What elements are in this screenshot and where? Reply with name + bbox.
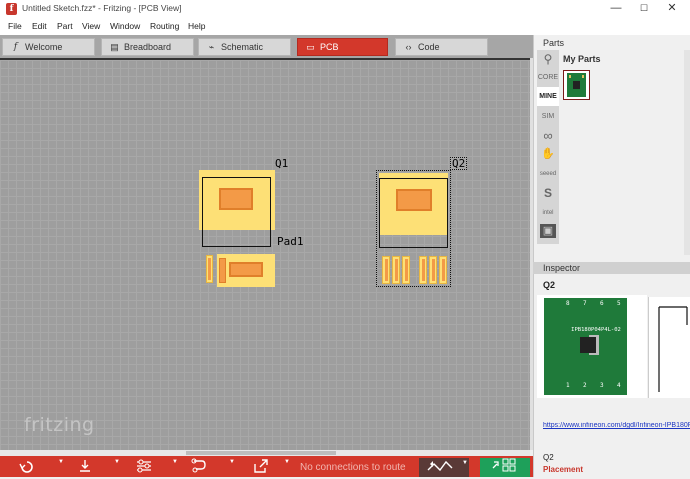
q1-label[interactable]: Q1 bbox=[275, 157, 288, 170]
q2-pin-1 bbox=[382, 256, 390, 284]
close-button[interactable]: ✕ bbox=[658, 0, 686, 18]
menu-file[interactable]: File bbox=[8, 21, 22, 31]
menu-view[interactable]: View bbox=[82, 21, 100, 31]
pin-top-5: 5 bbox=[617, 300, 621, 307]
bin-seeed[interactable]: seeed bbox=[537, 165, 559, 184]
pin-top-6: 6 bbox=[600, 300, 604, 307]
tab-code-label: Code bbox=[418, 42, 440, 52]
minimize-button[interactable]: — bbox=[602, 0, 630, 18]
inspector-title: Inspector bbox=[543, 263, 581, 273]
pin-bottom-2: 2 bbox=[583, 382, 587, 389]
q2-pin-5 bbox=[429, 256, 437, 284]
pad1-label[interactable]: Pad1 bbox=[277, 235, 304, 248]
fritzing-watermark: fritzing bbox=[24, 414, 95, 436]
tab-pcb-label: PCB bbox=[320, 42, 339, 52]
parts-scrollbar[interactable] bbox=[684, 50, 690, 255]
pin-top-7: 7 bbox=[583, 300, 587, 307]
grid-icon[interactable] bbox=[480, 458, 530, 477]
menu-routing[interactable]: Routing bbox=[150, 21, 179, 31]
tab-pcb[interactable]: ▭ PCB bbox=[297, 38, 388, 56]
bin-intel[interactable]: intel bbox=[537, 204, 559, 223]
share-icon[interactable] bbox=[249, 458, 273, 476]
route-icon[interactable] bbox=[189, 458, 211, 476]
autoroute-caret-icon[interactable]: ▼ bbox=[172, 459, 178, 465]
window-title: Untitled Sketch.fzz* - Fritzing - [PCB V… bbox=[22, 3, 182, 13]
q2-inner-pad bbox=[396, 189, 432, 211]
pin-bottom-4: 4 bbox=[617, 382, 621, 389]
code-icon: ‹› bbox=[405, 42, 412, 52]
bin-sim[interactable]: SIM bbox=[537, 107, 559, 126]
bin-more-icon[interactable]: ▣ bbox=[540, 224, 556, 238]
q2-pin-3 bbox=[402, 256, 410, 284]
bin-core[interactable]: CORE bbox=[537, 68, 559, 87]
rotate-icon[interactable] bbox=[14, 458, 40, 476]
inspector-name-field[interactable]: Q2 bbox=[543, 453, 554, 462]
q1-part[interactable] bbox=[199, 170, 275, 248]
autoroute-icon[interactable] bbox=[133, 458, 155, 476]
route-caret-icon[interactable]: ▼ bbox=[229, 459, 235, 465]
parts-search-icon[interactable]: ⚲ bbox=[537, 50, 559, 69]
pin-pad bbox=[208, 258, 211, 280]
tab-code[interactable]: ‹› Code bbox=[395, 38, 488, 56]
bin-mine[interactable]: MINE bbox=[537, 87, 559, 106]
rotate-caret-icon[interactable]: ▼ bbox=[58, 459, 64, 465]
tab-breadboard-label: Breadboard bbox=[124, 42, 172, 52]
menu-part[interactable]: Part bbox=[57, 21, 73, 31]
chip-label: IPB180P04P4L-02 bbox=[571, 327, 621, 333]
breadboard-icon: ▤ bbox=[110, 42, 119, 52]
bin-sparkfun-icon[interactable]: S bbox=[537, 184, 559, 203]
fritzing-app-icon: f bbox=[6, 3, 17, 15]
pad1-inner bbox=[229, 262, 263, 277]
q1-pins[interactable] bbox=[205, 254, 275, 287]
q2-pin-4 bbox=[419, 256, 427, 284]
inspector-breadboard-image bbox=[537, 295, 647, 398]
pin-bottom-1: 1 bbox=[566, 382, 570, 389]
horizontal-scroll-thumb[interactable] bbox=[186, 451, 336, 455]
routing-status: No connections to route bbox=[300, 462, 406, 473]
q2-pin-6 bbox=[439, 256, 447, 284]
share-caret-icon[interactable]: ▼ bbox=[284, 459, 290, 465]
maximize-button[interactable]: ☐ bbox=[630, 0, 658, 18]
tab-welcome-label: Welcome bbox=[25, 42, 63, 52]
q1-inner-pad bbox=[219, 188, 253, 210]
q2-pin-2 bbox=[392, 256, 400, 284]
schematic-icon: ⌁ bbox=[208, 42, 215, 52]
my-parts-title: My Parts bbox=[563, 54, 601, 64]
menu-window[interactable]: Window bbox=[110, 21, 140, 31]
tab-schematic-label: Schematic bbox=[221, 42, 264, 52]
bin-arduino-icon[interactable]: ∞ bbox=[537, 126, 559, 145]
import-caret-icon[interactable]: ▼ bbox=[114, 459, 120, 465]
inspector-schematic-image bbox=[648, 297, 690, 398]
pin-bottom-3: 3 bbox=[600, 382, 604, 389]
pin-pad bbox=[219, 258, 226, 283]
q2-part[interactable] bbox=[376, 170, 451, 287]
fritzing-f-icon: f bbox=[13, 42, 18, 52]
route-trace-caret-icon[interactable]: ▼ bbox=[462, 460, 468, 466]
menu-bar bbox=[0, 18, 690, 35]
tab-welcome[interactable]: f Welcome bbox=[2, 38, 95, 56]
part-thumbnail[interactable] bbox=[563, 70, 590, 100]
tab-breadboard[interactable]: ▤ Breadboard bbox=[101, 38, 194, 56]
q2-label[interactable]: Q2 bbox=[450, 157, 468, 170]
bin-hand-icon[interactable]: ✋ bbox=[537, 145, 559, 164]
pcb-icon: ▭ bbox=[306, 42, 315, 52]
menu-edit[interactable]: Edit bbox=[32, 21, 47, 31]
inspector-part-title: Q2 bbox=[543, 280, 556, 290]
parts-panel-title: Parts bbox=[543, 38, 565, 48]
placement-section-header[interactable]: Placement bbox=[543, 465, 583, 474]
datasheet-link[interactable]: https://www.infineon.com/dgdl/Infineon-I… bbox=[543, 422, 690, 429]
menu-help[interactable]: Help bbox=[188, 21, 205, 31]
tab-schematic[interactable]: ⌁ Schematic bbox=[198, 38, 291, 56]
pin-top-8: 8 bbox=[566, 300, 570, 307]
import-icon[interactable] bbox=[74, 458, 96, 476]
